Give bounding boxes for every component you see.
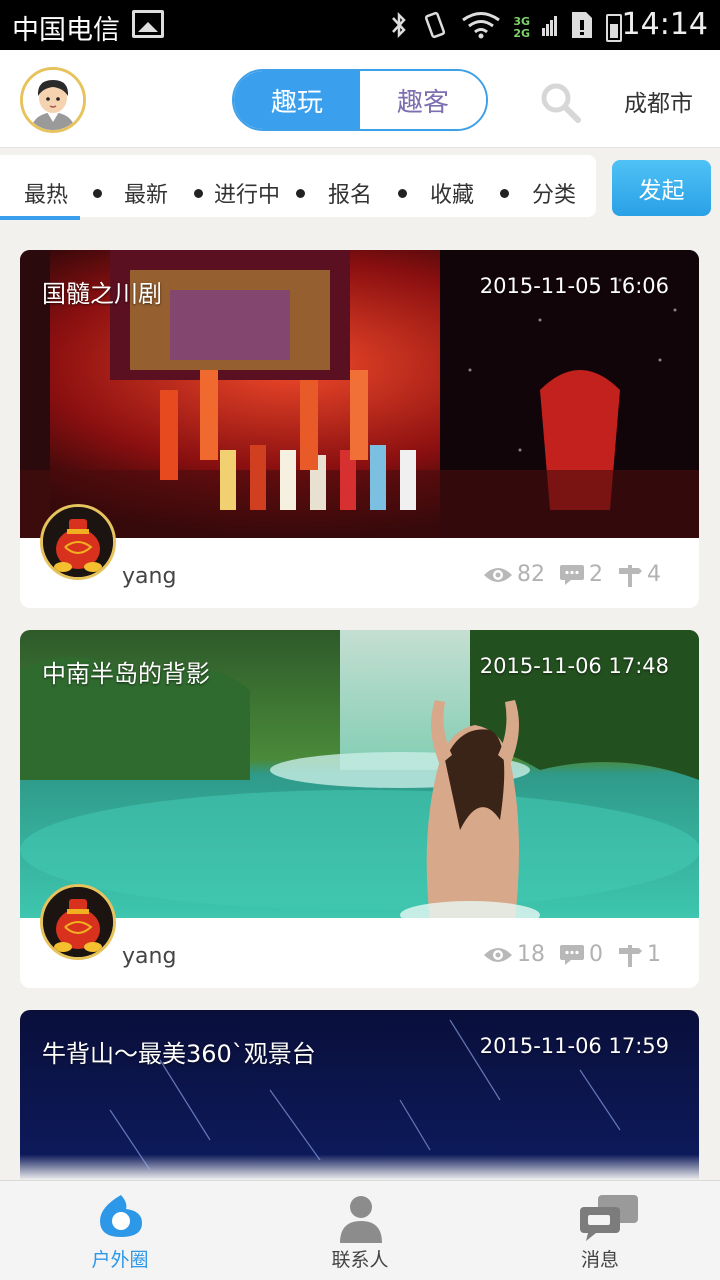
filter-signup[interactable]: 报名 (328, 177, 372, 209)
status-icons: 3G 2G (389, 10, 622, 46)
network-type: 3G 2G (513, 16, 530, 40)
carrier-label: 中国电信 (12, 15, 120, 46)
sim-alert-icon (570, 10, 594, 46)
filter-hottest[interactable]: 最热 (24, 177, 68, 209)
filter-favorites[interactable]: 收藏 (430, 177, 474, 209)
activity-card[interactable]: 国髓之川剧 2015-11-05 16:06 yang 82 2 4 (20, 250, 699, 608)
filter-separator (398, 189, 407, 198)
views-count: 82 (517, 562, 545, 587)
views-stat: 18 (483, 942, 545, 967)
signpost-icon (619, 564, 642, 587)
signups-count: 4 (647, 562, 661, 587)
activity-title: 国髓之川剧 (42, 280, 162, 308)
filter-newest[interactable]: 最新 (124, 177, 168, 209)
nav-messages[interactable]: 消息 (520, 1181, 680, 1280)
activity-card[interactable]: 中南半岛的背影 2015-11-06 17:48 yang 18 0 1 (20, 630, 699, 988)
user-avatar[interactable] (40, 504, 116, 580)
signpost-icon (619, 944, 642, 967)
top-bar: 趣玩 趣客 成都市 (0, 50, 720, 148)
signal-icon (542, 14, 558, 42)
tab-fun[interactable]: 趣玩 (234, 71, 360, 129)
battery-icon (606, 14, 622, 42)
launch-button[interactable]: 发起 (612, 160, 711, 216)
cartoon-avatar-icon (23, 70, 83, 130)
filter-ongoing[interactable]: 进行中 (214, 177, 280, 209)
eye-icon (484, 567, 512, 582)
signups-count: 1 (647, 942, 661, 967)
filter-selected-indicator (0, 216, 80, 220)
activity-stats: 18 0 1 (483, 942, 661, 967)
signups-stat: 1 (617, 942, 661, 967)
nav-outdoor-circle[interactable]: 户外圈 (40, 1181, 200, 1280)
wifi-icon (461, 11, 501, 45)
city-selector[interactable]: 成都市 (624, 84, 693, 118)
clock: 14:14 (621, 7, 708, 42)
filter-category[interactable]: 分类 (532, 177, 576, 209)
nav-label: 联系人 (331, 1249, 389, 1271)
profile-avatar[interactable] (20, 67, 86, 133)
eye-icon (484, 947, 512, 962)
bluetooth-icon (389, 10, 409, 46)
comments-stat: 2 (559, 562, 603, 587)
comments-count: 0 (589, 942, 603, 967)
money-bag-avatar-icon (43, 887, 113, 957)
activity-date: 2015-11-06 17:59 (479, 1034, 669, 1058)
activity-title: 中南半岛的背影 (42, 660, 210, 688)
activity-date: 2015-11-06 17:48 (479, 654, 669, 678)
comment-icon (560, 564, 584, 585)
comment-icon (560, 944, 584, 965)
filter-separator (194, 189, 203, 198)
comments-count: 2 (589, 562, 603, 587)
contact-person-icon (338, 1193, 384, 1243)
filter-separator (296, 189, 305, 198)
nav-contacts[interactable]: 联系人 (280, 1181, 440, 1280)
activity-date: 2015-11-05 16:06 (479, 274, 669, 298)
signups-stat: 4 (617, 562, 661, 587)
activity-stats: 82 2 4 (483, 562, 661, 587)
tab-guests[interactable]: 趣客 (360, 71, 486, 129)
mode-switch: 趣玩 趣客 (232, 69, 488, 131)
nav-label: 户外圈 (91, 1249, 149, 1271)
views-count: 18 (517, 942, 545, 967)
comments-stat: 0 (559, 942, 603, 967)
status-bar: 中国电信 3G 2G 14:14 (0, 0, 720, 50)
filter-bar: 最热 最新 进行中 报名 收藏 分类 (0, 155, 596, 217)
filter-separator (500, 189, 509, 198)
user-name[interactable]: yang (122, 944, 176, 969)
money-bag-avatar-icon (43, 507, 113, 577)
search-icon[interactable] (538, 80, 582, 124)
message-bubbles-icon (578, 1193, 638, 1241)
outdoor-circle-icon (98, 1193, 144, 1239)
gallery-notification-icon (132, 10, 164, 38)
user-name[interactable]: yang (122, 564, 176, 589)
user-avatar[interactable] (40, 884, 116, 960)
activity-card[interactable]: 牛背山～最美360`观景台 2015-11-06 17:59 (20, 1010, 699, 1180)
views-stat: 82 (483, 562, 545, 587)
bottom-navigation: 户外圈 联系人 消息 (0, 1180, 720, 1280)
nav-label: 消息 (580, 1249, 619, 1271)
activity-title: 牛背山～最美360`观景台 (42, 1040, 316, 1068)
vibrate-icon (421, 10, 449, 46)
filter-separator (93, 189, 102, 198)
network-2g-label: 2G (513, 27, 530, 40)
